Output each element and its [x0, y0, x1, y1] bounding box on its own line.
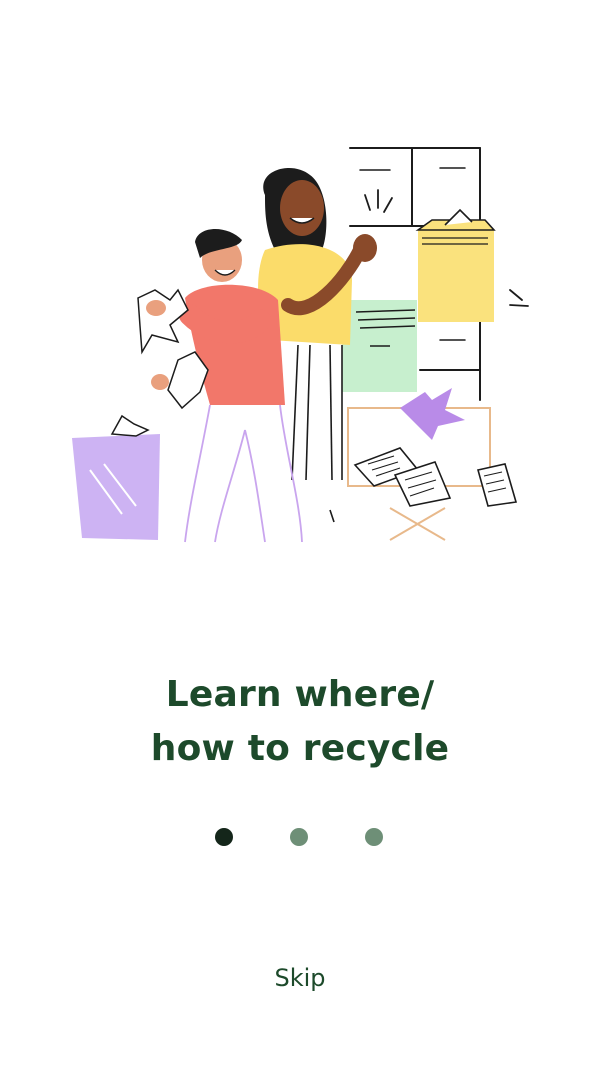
onboarding-title: Learn where/ how to recycle	[0, 668, 600, 776]
yellow-box	[415, 208, 496, 322]
page-dot-3[interactable]	[365, 828, 383, 846]
skip-button[interactable]: Skip	[250, 958, 350, 998]
title-line-2: how to recycle	[150, 728, 450, 769]
recycling-bin	[72, 414, 160, 540]
page-dot-2[interactable]	[290, 828, 308, 846]
recycling-illustration	[72, 147, 529, 543]
title-line-1: Learn where/	[165, 674, 435, 715]
page-dot-1-active[interactable]	[215, 828, 233, 846]
loose-papers	[353, 447, 518, 507]
page-indicator	[0, 826, 600, 848]
green-drawer	[342, 300, 417, 392]
purple-paper	[400, 388, 465, 440]
